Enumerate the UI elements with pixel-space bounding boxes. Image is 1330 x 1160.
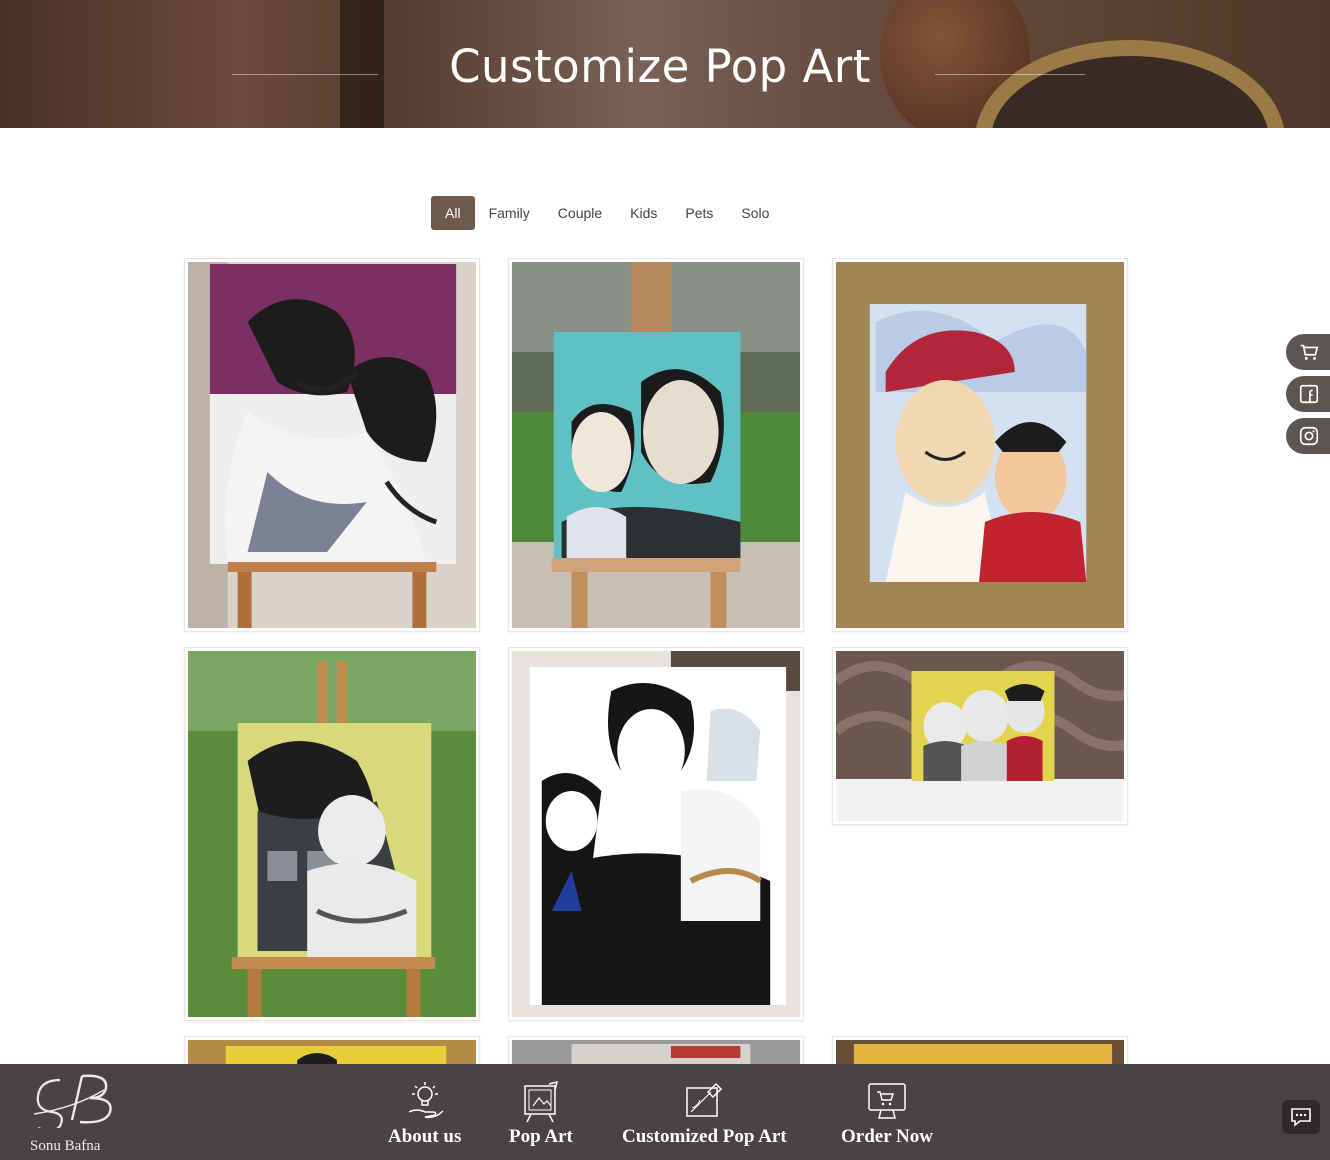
facebook-side-button[interactable] [1286, 376, 1330, 412]
cart-side-button[interactable] [1286, 334, 1330, 370]
lightbulb-hand-icon [408, 1082, 444, 1119]
pop-art-family-painting-icon [512, 651, 800, 1017]
canvas-icon [524, 1080, 558, 1123]
nav-order-now-label: Order Now [841, 1126, 933, 1147]
instagram-icon [1299, 426, 1319, 446]
filter-tab-couple[interactable]: Couple [544, 196, 616, 230]
nav-customized-pop-art[interactable]: Customized Pop Art [622, 1080, 787, 1148]
gallery-item[interactable] [832, 258, 1128, 632]
chat-button[interactable] [1282, 1100, 1320, 1134]
nav-about-us[interactable]: About us [388, 1080, 461, 1148]
nav-pop-art-label: Pop Art [509, 1126, 573, 1147]
pop-art-parent-baby-painting-icon [188, 651, 476, 1017]
filter-tabs: All Family Couple Kids Pets Solo [431, 196, 783, 230]
filter-tab-family[interactable]: Family [475, 196, 544, 230]
gallery-item[interactable] [184, 258, 480, 632]
nav-order-now[interactable]: Order Now [841, 1080, 933, 1148]
filter-tab-kids[interactable]: Kids [616, 196, 671, 230]
gallery-item[interactable] [508, 647, 804, 1021]
chat-icon [1291, 1108, 1311, 1127]
gallery-item[interactable] [508, 258, 804, 632]
nav-pop-art[interactable]: Pop Art [509, 1080, 573, 1148]
cart-icon [1300, 344, 1319, 360]
filter-tab-pets[interactable]: Pets [671, 196, 727, 230]
pop-art-family-three-painting-icon [836, 651, 1124, 821]
canvas-edit-icon [686, 1082, 723, 1117]
page-title: Customize Pop Art [449, 40, 871, 93]
filter-tab-all[interactable]: All [431, 196, 475, 230]
gallery-item[interactable] [184, 647, 480, 1021]
facebook-icon [1299, 384, 1319, 404]
pop-art-couple-painting-icon [188, 262, 476, 628]
monitor-cart-icon [868, 1083, 906, 1119]
hero-banner: Customize Pop Art [0, 0, 1330, 128]
gallery-item[interactable] [832, 647, 1128, 825]
nav-about-us-label: About us [388, 1126, 462, 1147]
pop-art-father-son-painting-icon [512, 262, 800, 628]
sb-monogram-logo [33, 1074, 112, 1128]
page: Customize Pop Art All Family Couple Kids… [0, 0, 1330, 1160]
nav-customized-pop-art-label: Customized Pop Art [622, 1126, 787, 1147]
filter-tab-solo[interactable]: Solo [727, 196, 783, 230]
instagram-side-button[interactable] [1286, 418, 1330, 454]
logo-name: Sonu Bafna [30, 1138, 101, 1154]
pop-art-grandfather-grandson-painting-icon [836, 262, 1124, 628]
bottom-nav-bar: Sonu Bafna About us Pop Art Customized P… [0, 1064, 1330, 1160]
logo[interactable]: Sonu Bafna [22, 1072, 122, 1156]
